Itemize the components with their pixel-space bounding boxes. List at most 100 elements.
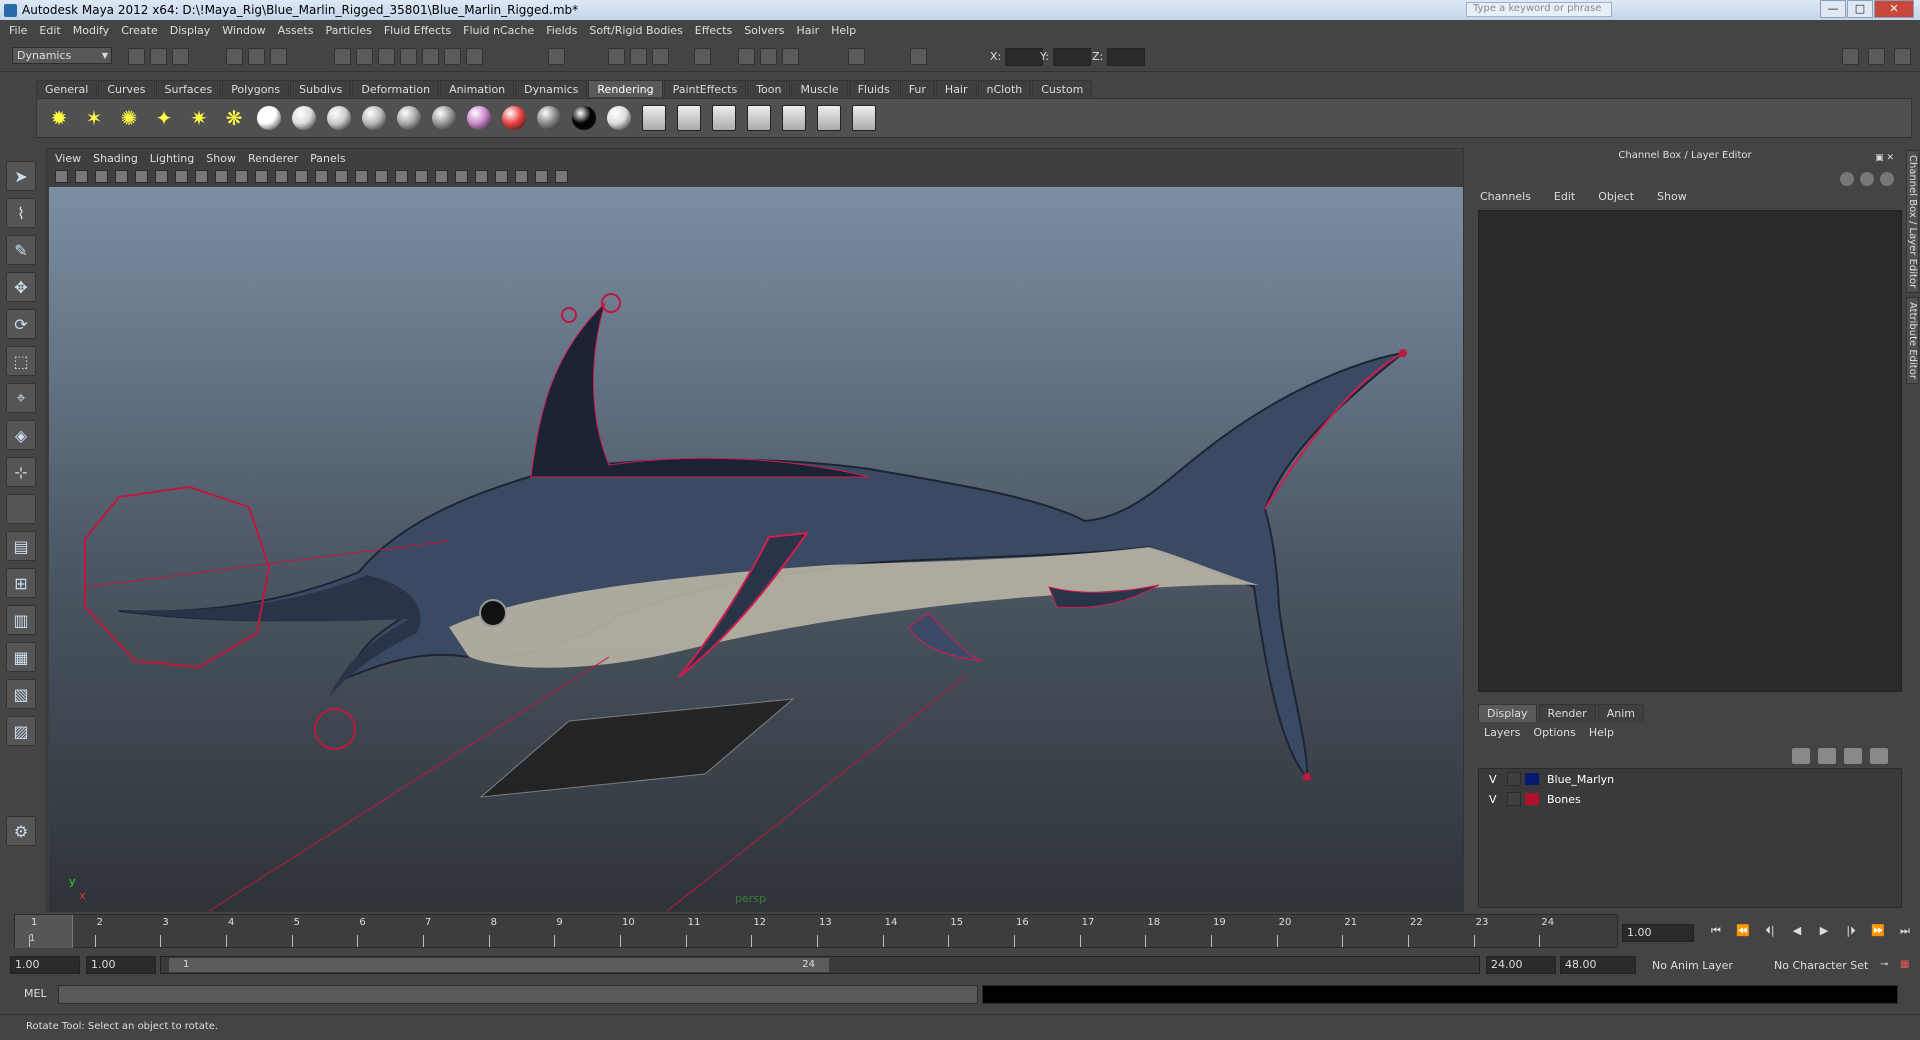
playback-start-field[interactable]: 1.00 — [86, 956, 156, 974]
blinn-material-icon[interactable] — [325, 104, 353, 132]
select-object-icon[interactable] — [248, 48, 265, 65]
shelf-tab-ncloth[interactable]: nCloth — [977, 80, 1032, 97]
snap-curve-icon[interactable] — [356, 48, 373, 65]
hypershade-layout-icon[interactable]: ▧ — [6, 679, 36, 709]
shelf-tab-animation[interactable]: Animation — [440, 80, 515, 97]
menu-help[interactable]: Help — [831, 24, 856, 37]
channel-box-menu-object[interactable]: Object — [1598, 190, 1634, 203]
viewport-tool-icon[interactable] — [75, 169, 88, 183]
move-layer-down-icon[interactable] — [1818, 748, 1836, 764]
shelf-tab-toon[interactable]: Toon — [747, 80, 791, 97]
viewport-tool-icon[interactable] — [515, 169, 528, 183]
shelf-tab-hair[interactable]: Hair — [935, 80, 977, 97]
range-bar[interactable]: 1 24 — [160, 956, 1480, 974]
mel-label[interactable]: MEL — [24, 987, 47, 1000]
ipr-render-icon[interactable] — [710, 104, 738, 132]
directional-light-icon[interactable]: ✶ — [80, 104, 108, 132]
close-button[interactable]: ✕ — [1874, 0, 1914, 18]
viewport-tool-icon[interactable] — [295, 169, 308, 183]
viewport-tool-icon[interactable] — [395, 169, 408, 183]
snapshot-icon[interactable] — [760, 48, 777, 65]
step-back-key-icon[interactable]: ⏪ — [1733, 924, 1753, 940]
rotate-tool-icon[interactable]: ⟳ — [6, 309, 36, 339]
transform-field-icon[interactable] — [910, 48, 927, 65]
use-background-shader-icon[interactable] — [605, 104, 633, 132]
tool-settings-toggle-icon[interactable] — [1868, 48, 1885, 65]
viewport-tool-icon[interactable] — [375, 169, 388, 183]
menu-display[interactable]: Display — [170, 24, 211, 37]
hypershade-icon[interactable] — [780, 104, 808, 132]
viewport-tool-icon[interactable] — [435, 169, 448, 183]
menu-soft-rigid-bodies[interactable]: Soft/Rigid Bodies — [589, 24, 682, 37]
viewport-tool-icon[interactable] — [315, 169, 328, 183]
show-manipulator-icon[interactable]: ⊹ — [6, 457, 36, 487]
z-input[interactable] — [1107, 47, 1146, 66]
layer-type-toggle[interactable] — [1507, 792, 1521, 806]
menu-edit[interactable]: Edit — [39, 24, 60, 37]
snap-point-icon[interactable] — [378, 48, 395, 65]
history-icon[interactable] — [444, 48, 461, 65]
layer-tab-display[interactable]: Display — [1478, 704, 1537, 722]
shelf-tab-painteffects[interactable]: PaintEffects — [663, 80, 747, 97]
new-scene-icon[interactable] — [128, 48, 145, 65]
render-globe-icon[interactable] — [255, 104, 283, 132]
panel-float-close-icon[interactable]: ▣ ✕ — [1875, 150, 1894, 166]
start-time-field[interactable]: 1.00 — [10, 956, 80, 974]
viewport-tool-icon[interactable] — [55, 169, 68, 183]
viewport-menu-lighting[interactable]: Lighting — [150, 152, 194, 165]
layered-shader-icon[interactable] — [465, 104, 493, 132]
command-input[interactable] — [58, 985, 978, 1004]
viewport-tool-icon[interactable] — [115, 169, 128, 183]
select-tool-icon[interactable]: ➤ — [6, 161, 36, 191]
side-tab-attribute-editor[interactable]: Attribute Editor — [1906, 297, 1919, 385]
four-view-layout-icon[interactable]: ⊞ — [6, 568, 36, 598]
anisotropic-material-icon[interactable] — [430, 104, 458, 132]
layer-type-toggle[interactable] — [1507, 772, 1521, 786]
single-perspective-layout-icon[interactable]: ▤ — [6, 531, 36, 561]
viewport-tool-icon[interactable] — [415, 169, 428, 183]
go-to-start-icon[interactable]: ⏮ — [1706, 924, 1726, 940]
render-view-icon[interactable] — [738, 48, 755, 65]
menu-fluid-effects[interactable]: Fluid Effects — [384, 24, 451, 37]
menu-particles[interactable]: Particles — [325, 24, 371, 37]
viewport-menu-shading[interactable]: Shading — [93, 152, 138, 165]
shelf-tab-surfaces[interactable]: Surfaces — [155, 80, 222, 97]
menu-create[interactable]: Create — [121, 24, 158, 37]
minimize-button[interactable]: — — [1820, 0, 1846, 18]
shelf-tab-rendering[interactable]: Rendering — [588, 80, 663, 97]
viewport-tool-icon[interactable] — [535, 169, 548, 183]
persp-graph-layout-icon[interactable]: ▦ — [6, 642, 36, 672]
channel-hyper-icon[interactable] — [1860, 172, 1874, 186]
layer-row[interactable]: V Bones — [1479, 789, 1901, 809]
ambient-light-icon[interactable]: ✹ — [45, 104, 73, 132]
y-input[interactable] — [1052, 47, 1091, 66]
menu-window[interactable]: Window — [222, 24, 265, 37]
menu-file[interactable]: File — [9, 24, 27, 37]
render-settings-icon[interactable] — [745, 104, 773, 132]
viewport-menu-renderer[interactable]: Renderer — [248, 152, 298, 165]
sidebar-toggle-icon[interactable] — [848, 48, 865, 65]
shelf-tab-deformation[interactable]: Deformation — [352, 80, 440, 97]
time-slider-track[interactable]: 1 1 2 3 4 5 6 7 8 9 10 11 12 13 14 15 16 17 18 19 20 21 22 23 2… — [14, 914, 1618, 948]
lasso-tool-icon[interactable]: ⌇ — [6, 198, 36, 228]
layer-menu-layers[interactable]: Layers — [1484, 726, 1520, 739]
point-light-icon[interactable]: ✺ — [115, 104, 143, 132]
playback-end-field[interactable]: 24.00 — [1486, 956, 1556, 974]
spot-light-icon[interactable]: ✦ — [150, 104, 178, 132]
viewport-tool-icon[interactable] — [455, 169, 468, 183]
layer-tab-anim[interactable]: Anim — [1597, 704, 1644, 722]
play-backwards-icon[interactable]: ◀ — [1787, 924, 1807, 940]
surface-shader-icon[interactable] — [535, 104, 563, 132]
phong-material-icon[interactable] — [360, 104, 388, 132]
ramp-shader-icon[interactable] — [500, 104, 528, 132]
manipulator-tool-icon[interactable]: ⌖ — [6, 383, 36, 413]
layer-color-swatch[interactable] — [1525, 773, 1539, 785]
ipr-icon[interactable] — [630, 48, 647, 65]
menu-set-dropdown[interactable]: Dynamics ▼ — [12, 47, 112, 64]
render-settings-icon[interactable] — [652, 48, 669, 65]
channel-speed-icon[interactable] — [1840, 172, 1854, 186]
anim-prefs-icon[interactable]: ▦ — [1900, 959, 1909, 970]
viewport-tool-icon[interactable] — [95, 169, 108, 183]
menu-solvers[interactable]: Solvers — [744, 24, 784, 37]
render-view-icon[interactable] — [640, 104, 668, 132]
